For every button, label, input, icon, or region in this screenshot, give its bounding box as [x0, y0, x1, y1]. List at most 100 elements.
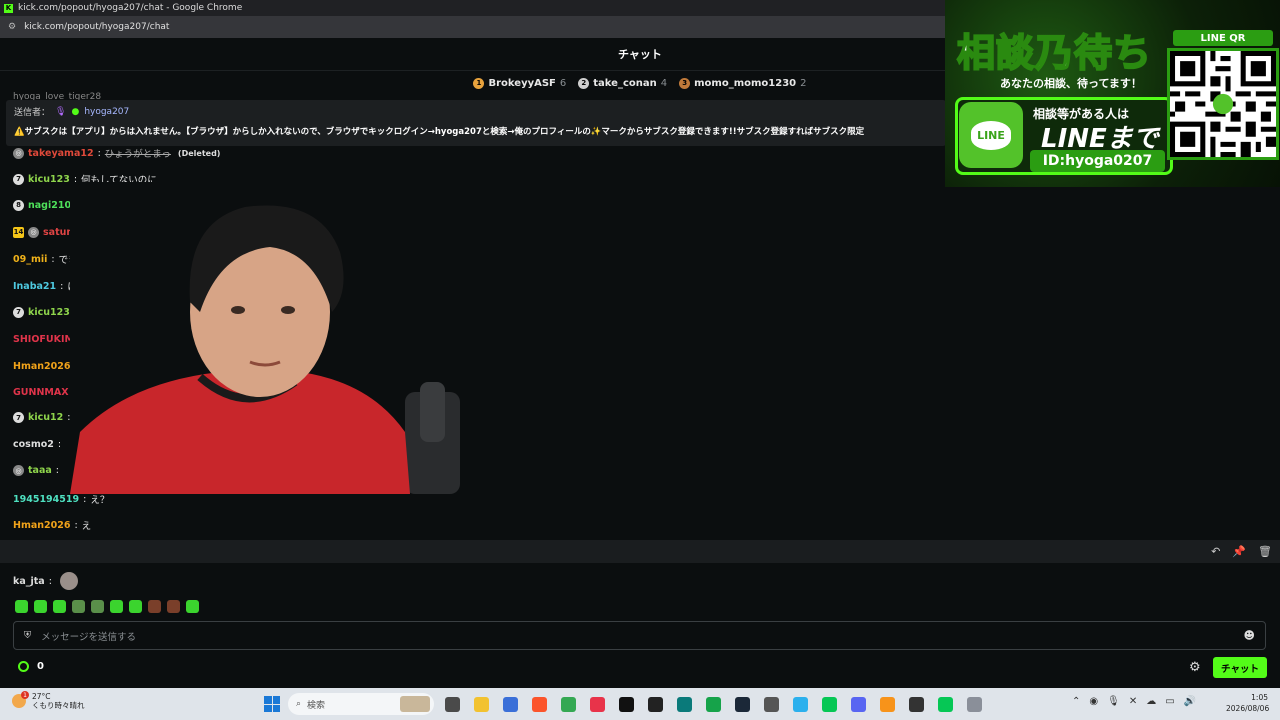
- chat-username[interactable]: Hman2026: [13, 361, 70, 372]
- chat-message[interactable]: Hman2026: え: [13, 518, 91, 533]
- pin-icon[interactable]: 📌: [1232, 545, 1246, 558]
- chat-message[interactable]: ◎ taaa:: [13, 465, 63, 476]
- tray-close-icon[interactable]: ✕: [1129, 696, 1137, 707]
- taskbar-app-icon[interactable]: [470, 694, 492, 714]
- chat-message[interactable]: ◎ takeyama12: ひょうがとまっ (Deleted): [13, 146, 220, 160]
- taskbar-app-icon[interactable]: [586, 694, 608, 714]
- chat-input[interactable]: ⛨ メッセージを送信する ☻: [13, 621, 1266, 650]
- taskbar-app-icon[interactable]: [499, 694, 521, 714]
- windows-start-icon[interactable]: [264, 696, 280, 712]
- chat-message[interactable]: ka_jta:: [13, 572, 78, 590]
- volume-icon[interactable]: 🔊: [1184, 696, 1196, 707]
- onedrive-icon[interactable]: ☁: [1146, 696, 1156, 707]
- line-promo-banner: 相談乃待ち あなたの相談、待ってます！ LINE 相談等がある人は LINEまで…: [945, 0, 1280, 187]
- leaderboard-item[interactable]: 3 momo_momo1230 2: [679, 77, 807, 89]
- chat-username[interactable]: GUNNMAX: [13, 387, 69, 398]
- taskbar-app-icon[interactable]: [557, 694, 579, 714]
- username-separator: :: [74, 519, 78, 531]
- emote-icon[interactable]: [167, 600, 180, 613]
- chat-username[interactable]: taaa: [28, 465, 52, 476]
- weather-alert-badge: 1: [21, 691, 29, 699]
- chat-message[interactable]: 7 kicu12:: [13, 412, 74, 423]
- chat-message[interactable]: cosmo2:: [13, 439, 65, 450]
- taskbar-app-icon[interactable]: [934, 694, 956, 714]
- emoji-picker-icon[interactable]: ☻: [1244, 629, 1255, 642]
- reply-icon[interactable]: ↶: [1211, 545, 1220, 558]
- chat-username[interactable]: takeyama12: [28, 148, 94, 159]
- delete-icon[interactable]: 🗑: [1258, 545, 1272, 558]
- emote-icon[interactable]: [91, 600, 104, 613]
- hovered-message-highlight: [0, 540, 1280, 563]
- taskbar-app-icon[interactable]: [615, 694, 637, 714]
- emote-icon[interactable]: [53, 600, 66, 613]
- weather-text: くもり時々晴れ: [32, 701, 85, 710]
- network-icon[interactable]: ▭: [1165, 696, 1174, 707]
- taskbar-app-icon[interactable]: [441, 694, 463, 714]
- chat-username[interactable]: 09_mii: [13, 254, 47, 265]
- leaderboard-item[interactable]: 2 take_conan 4: [578, 77, 667, 89]
- taskbar-app-icon[interactable]: [702, 694, 724, 714]
- taskbar-app-icon[interactable]: [963, 694, 985, 714]
- username-separator: :: [55, 465, 59, 476]
- broadcaster-mic-icon: 🎙: [55, 106, 67, 117]
- emote-icon[interactable]: [34, 600, 47, 613]
- subscriber-badge-icon: 7: [13, 173, 24, 185]
- chat-username[interactable]: Inaba21: [13, 281, 56, 292]
- emote-icon[interactable]: [186, 600, 199, 613]
- microphone-icon[interactable]: 🎙: [1107, 696, 1120, 707]
- line-logo-icon: LINE: [959, 102, 1023, 168]
- weather-widget[interactable]: 1 27°C くもり時々晴れ: [12, 691, 85, 710]
- leaderboard-username[interactable]: take_conan: [593, 78, 656, 89]
- tray-overflow-chevron-icon[interactable]: ⌃: [1072, 696, 1080, 707]
- chat-username[interactable]: kicu123: [28, 307, 70, 318]
- chat-input-placeholder[interactable]: メッセージを送信する: [41, 629, 136, 643]
- chat-username[interactable]: kicu12: [28, 412, 63, 423]
- taskbar-app-icon[interactable]: [731, 694, 753, 714]
- url-text[interactable]: kick.com/popout/hyoga207/chat: [24, 22, 169, 32]
- taskbar-app-icon[interactable]: [818, 694, 840, 714]
- deleted-label: (Deleted): [177, 148, 221, 158]
- chat-message[interactable]: 1945194519: え？: [13, 492, 109, 507]
- leaderboard-item[interactable]: 1 BrokeyyASF 6: [473, 77, 566, 89]
- leaderboard-username[interactable]: BrokeyyASF: [488, 78, 555, 89]
- chat-username[interactable]: kicu123: [28, 174, 70, 185]
- channel-points-icon: [18, 661, 29, 672]
- emote-icon[interactable]: [129, 600, 142, 613]
- chat-username[interactable]: cosmo2: [13, 439, 54, 450]
- username-separator: :: [57, 439, 62, 450]
- chat-username[interactable]: 1945194519: [13, 494, 79, 505]
- taskbar-app-icon[interactable]: [528, 694, 550, 714]
- emote-icon[interactable]: [148, 600, 161, 613]
- chat-settings-gear-icon[interactable]: ⚙: [1189, 660, 1201, 675]
- emote-icon[interactable]: [72, 600, 85, 613]
- pinned-sender-name[interactable]: hyoga207: [84, 107, 129, 117]
- taskbar-app-icon[interactable]: [789, 694, 811, 714]
- taskbar-app-icon[interactable]: [847, 694, 869, 714]
- chat-username[interactable]: nagi210: [28, 200, 71, 211]
- taskbar-apps: [441, 694, 985, 714]
- taskbar-app-icon[interactable]: [760, 694, 782, 714]
- taskbar-app-icon[interactable]: [644, 694, 666, 714]
- taskbar-app-icon[interactable]: [876, 694, 898, 714]
- taskbar-clock[interactable]: 1:05 2026/08/06: [1226, 692, 1269, 714]
- send-chat-button[interactable]: チャット: [1213, 657, 1267, 678]
- leaderboard-username[interactable]: momo_momo1230: [694, 78, 796, 89]
- emote-icon[interactable]: [110, 600, 123, 613]
- taskbar-app-icon[interactable]: [905, 694, 927, 714]
- verified-icon: ●: [71, 106, 80, 117]
- kick-favicon-icon: K: [4, 3, 13, 13]
- banner-line-id: ID:hyoga0207: [1030, 150, 1165, 172]
- qr-label: LINE QR: [1173, 30, 1273, 46]
- chat-username[interactable]: ka_jta: [13, 576, 45, 587]
- username-separator: :: [60, 280, 64, 292]
- tray-app-icon[interactable]: ◉: [1089, 696, 1098, 707]
- taskbar-search[interactable]: ⌕ 検索: [288, 693, 434, 715]
- shield-icon[interactable]: ⛨: [24, 630, 31, 641]
- emote-icon[interactable]: [15, 600, 28, 613]
- chat-username[interactable]: Hman2026: [13, 520, 70, 531]
- pinned-message[interactable]: 送信者： 🎙 ● hyoga207 ⚠️サブスクは【アプリ】からは入れません。【…: [6, 100, 946, 146]
- temperature: 27°C: [32, 692, 51, 701]
- site-info-icon[interactable]: ⚙: [8, 22, 16, 32]
- channel-points[interactable]: 0: [18, 661, 44, 672]
- taskbar-app-icon[interactable]: [673, 694, 695, 714]
